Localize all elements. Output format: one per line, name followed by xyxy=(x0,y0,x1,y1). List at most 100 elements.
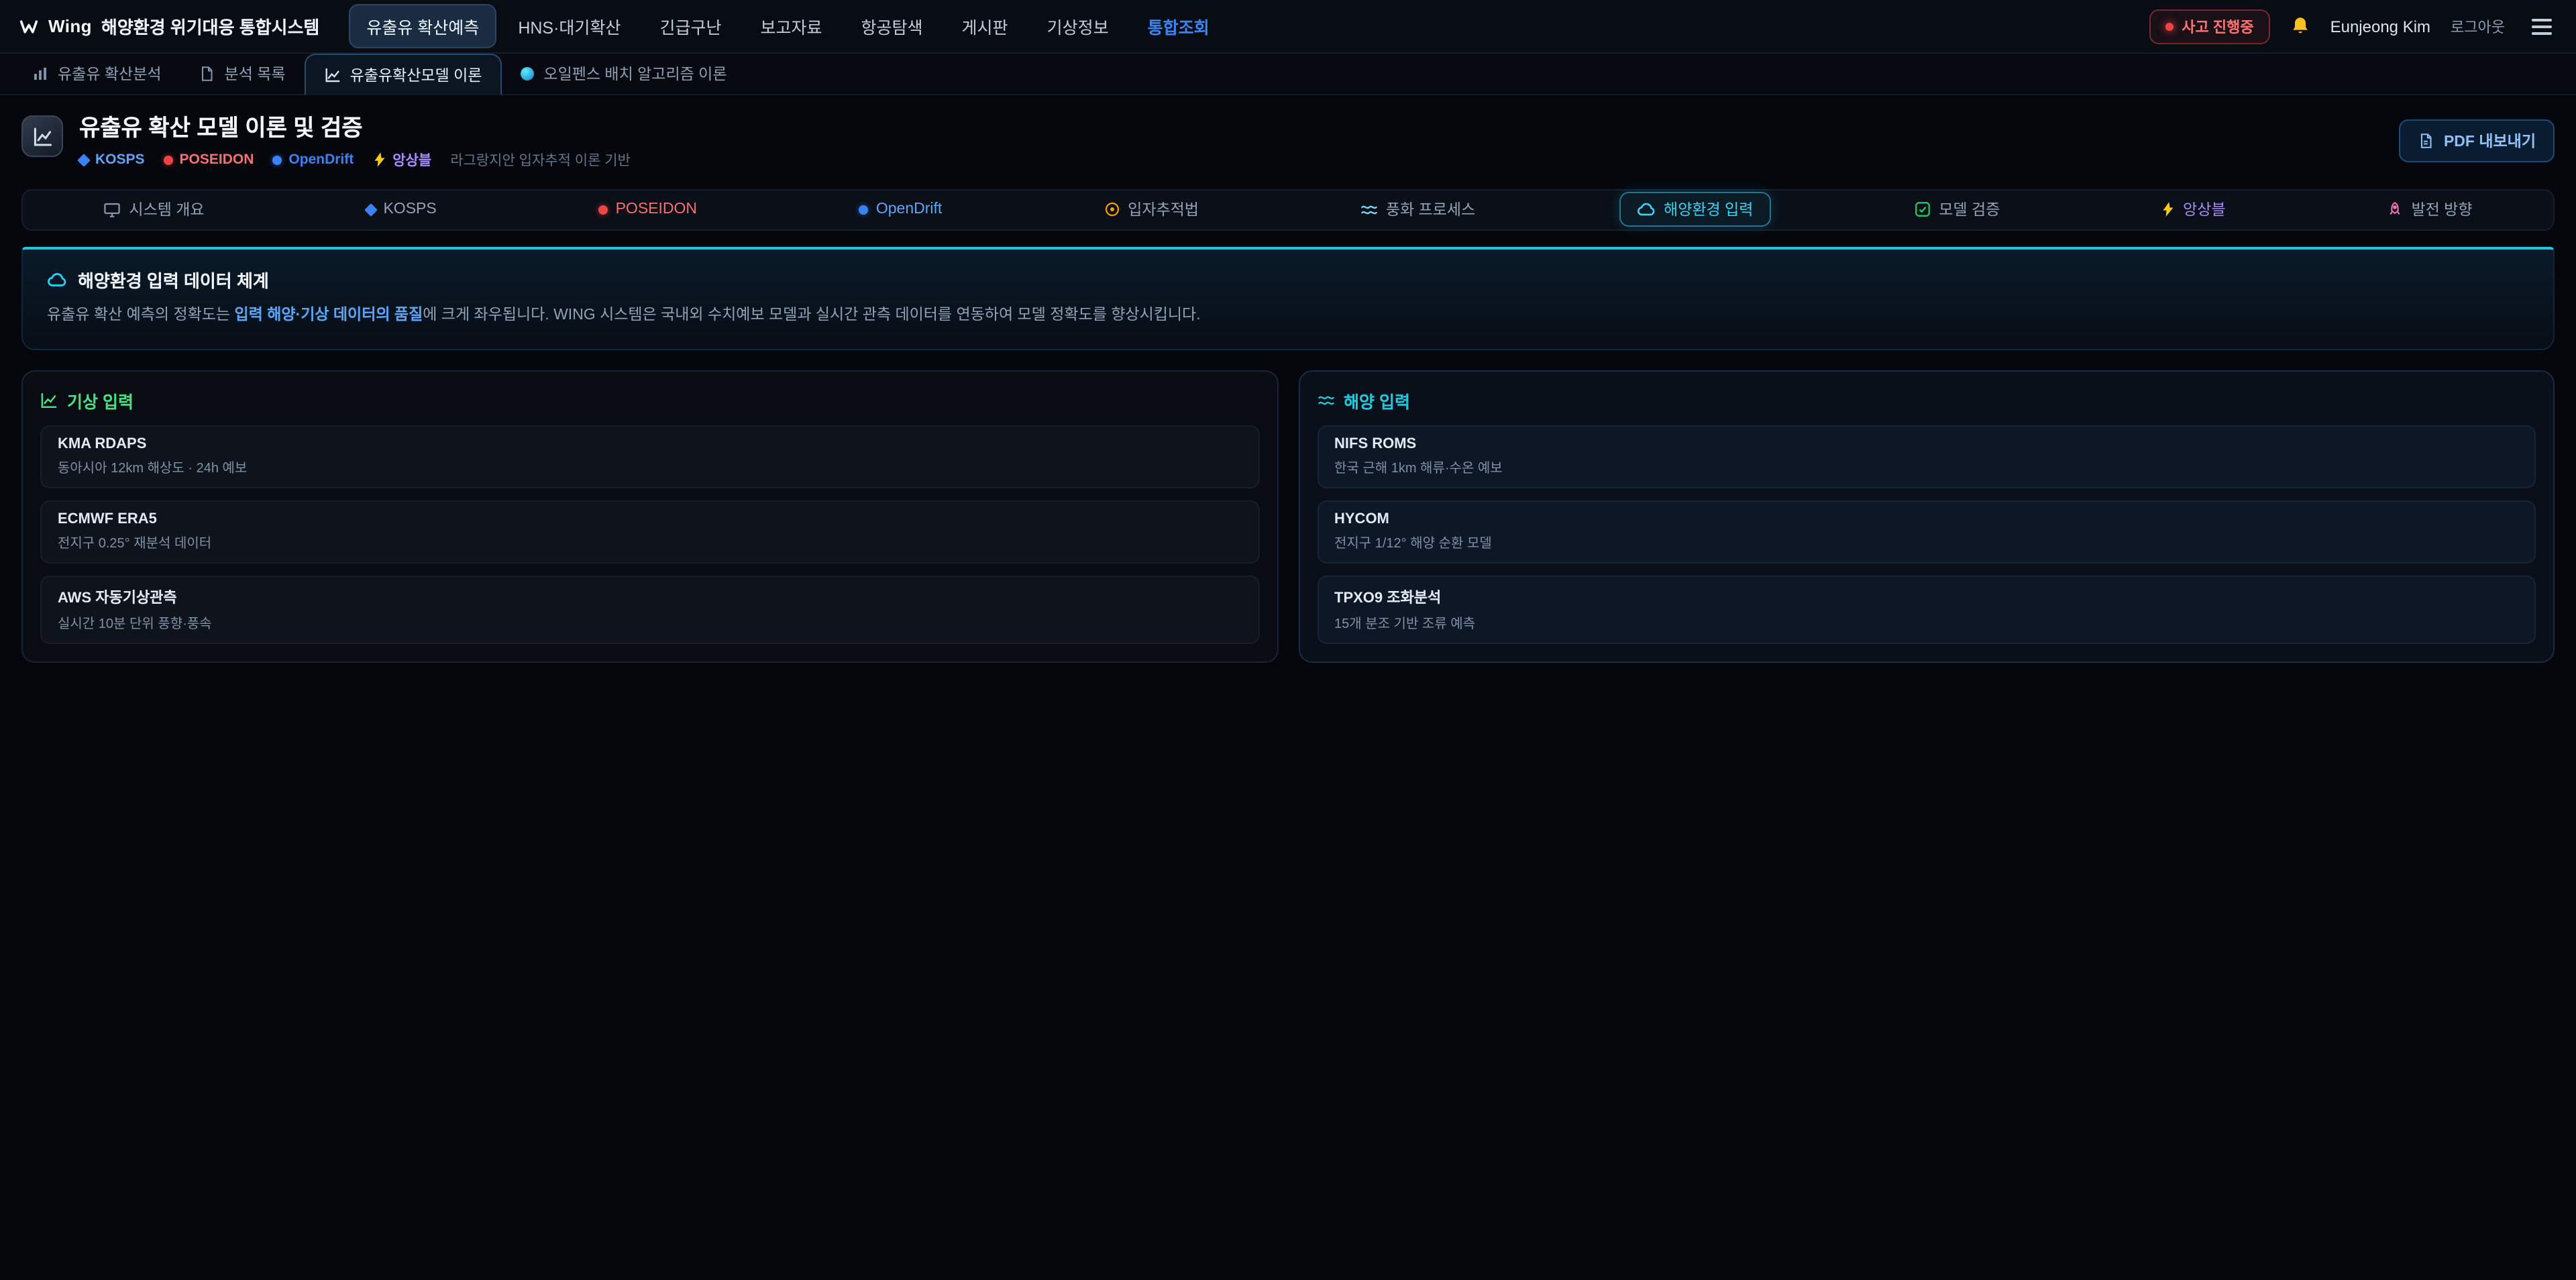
document-icon xyxy=(199,66,215,82)
red-dot-icon xyxy=(598,205,608,214)
list-item: NIFS ROMS 한국 근해 1km 해류·수온 예보 xyxy=(1317,425,2536,488)
section-nav-poseidon[interactable]: POSEIDON xyxy=(581,195,714,224)
logout-button[interactable]: 로그아웃 xyxy=(2451,15,2505,37)
page-header: 유출유 확산 모델 이론 및 검증 KOSPS POSEIDON OpenDri… xyxy=(0,95,2576,186)
monitor-icon xyxy=(103,201,121,218)
badge-kosps: KOSPS xyxy=(79,152,145,168)
badge-ensemble: 앙상블 xyxy=(372,150,431,170)
input-data-cards: 기상 입력 KMA RDAPS 동아시아 12km 해상도 · 24h 예보 E… xyxy=(21,370,2555,663)
nav-item-hns[interactable]: HNS·대기확산 xyxy=(500,4,638,48)
pdf-export-button[interactable]: PDF 내보내기 xyxy=(2400,119,2555,162)
nav-item-oil-spill[interactable]: 유출유 확산예측 xyxy=(349,4,496,48)
section-heading: 해양환경 입력 데이터 체계 xyxy=(47,266,2529,292)
lightning-icon xyxy=(372,152,386,168)
oil-boom-icon xyxy=(521,67,534,81)
tab-label: 분석 목록 xyxy=(225,63,286,85)
dataset-name: KMA RDAPS xyxy=(58,436,1242,452)
dataset-desc: 전지구 0.25° 재분석 데이터 xyxy=(58,531,1242,551)
highlight-text: 입력 해양·기상 데이터의 품질 xyxy=(235,307,423,323)
tab-spill-analysis[interactable]: 유출유 확산분석 xyxy=(13,54,180,94)
section-nav-validation[interactable]: 모델 검증 xyxy=(1897,192,2017,227)
sub-tabbar: 유출유 확산분석 분석 목록 유출유확산모델 이론 오일펜스 배치 알고리즘 이… xyxy=(0,54,2576,95)
weather-input-card: 기상 입력 KMA RDAPS 동아시아 12km 해상도 · 24h 예보 E… xyxy=(21,370,1278,663)
badge-poseidon: POSEIDON xyxy=(164,152,254,168)
section-nav-future[interactable]: 발전 방향 xyxy=(2369,192,2489,227)
dataset-name: ECMWF ERA5 xyxy=(58,511,1242,527)
topbar: Wing 해양환경 위기대응 통합시스템 유출유 확산예측 HNS·대기확산 긴… xyxy=(0,0,2576,54)
target-icon xyxy=(1104,201,1120,217)
dataset-desc: 15개 분조 기반 조류 예측 xyxy=(1334,612,2518,632)
blue-dot-icon xyxy=(272,155,282,164)
incident-dot-icon xyxy=(2165,22,2174,30)
cloud-icon xyxy=(1637,200,1656,219)
check-square-icon xyxy=(1915,201,1931,217)
brand: Wing 해양환경 위기대응 통합시스템 xyxy=(19,13,319,39)
ocean-input-section: 해양환경 입력 데이터 체계 유출유 확산 예측의 정확도는 입력 해양·기상 … xyxy=(21,246,2555,350)
dataset-desc: 한국 근해 1km 해류·수온 예보 xyxy=(1334,456,2518,476)
section-nav-ocean-input[interactable]: 해양환경 입력 xyxy=(1619,192,1770,227)
blue-dot-icon xyxy=(859,205,868,214)
app-title: 해양환경 위기대응 통합시스템 xyxy=(101,13,319,39)
red-dot-icon xyxy=(164,155,173,164)
page-title: 유출유 확산 모델 이론 및 검증 xyxy=(79,115,631,142)
list-item: HYCOM 전지구 1/12° 해양 순환 모델 xyxy=(1317,500,2536,564)
ocean-input-card: 해양 입력 NIFS ROMS 한국 근해 1km 해류·수온 예보 HYCOM… xyxy=(1298,370,2555,663)
weather-card-title: 기상 입력 xyxy=(40,388,1259,413)
topbar-right: 사고 진행중 Eunjeong Kim 로그아웃 xyxy=(2149,9,2557,44)
bell-icon[interactable] xyxy=(2290,16,2310,36)
subtitle-note: 라그랑지안 입자추적 이론 기반 xyxy=(450,150,631,170)
incident-badge-label: 사고 진행중 xyxy=(2182,15,2253,37)
section-nav-opendrift[interactable]: OpenDrift xyxy=(841,195,959,224)
dataset-name: HYCOM xyxy=(1334,511,2518,527)
list-item: KMA RDAPS 동아시아 12km 해상도 · 24h 예보 xyxy=(40,425,1259,488)
badge-opendrift: OpenDrift xyxy=(272,152,354,168)
dataset-name: TPXO9 조화분석 xyxy=(1334,586,2518,608)
section-nav-particle-tracking[interactable]: 입자추적법 xyxy=(1086,192,1216,227)
list-item: ECMWF ERA5 전지구 0.25° 재분석 데이터 xyxy=(40,500,1259,564)
section-description: 유출유 확산 예측의 정확도는 입력 해양·기상 데이터의 품질에 크게 좌우됩… xyxy=(47,304,2529,327)
page-header-text: 유출유 확산 모델 이론 및 검증 KOSPS POSEIDON OpenDri… xyxy=(79,115,631,170)
app-window: Wing 해양환경 위기대응 통합시스템 유출유 확산예측 HNS·대기확산 긴… xyxy=(0,0,2576,1280)
dataset-desc: 실시간 10분 단위 풍향·풍속 xyxy=(58,612,1242,632)
section-nav-overview[interactable]: 시스템 개요 xyxy=(86,192,221,227)
bar-chart-icon xyxy=(32,66,48,82)
section-nav-ensemble[interactable]: 앙상블 xyxy=(2144,192,2243,227)
list-item: TPXO9 조화분석 15개 분조 기반 조류 예측 xyxy=(1317,576,2536,644)
dataset-desc: 전지구 1/12° 해양 순환 모델 xyxy=(1334,531,2518,551)
menu-icon[interactable] xyxy=(2525,11,2557,41)
tab-model-theory[interactable]: 유출유확산모델 이론 xyxy=(305,54,502,95)
section-nav: 시스템 개요 KOSPS POSEIDON OpenDrift 입자추적법 풍화… xyxy=(21,189,2555,230)
nav-item-board[interactable]: 게시판 xyxy=(945,4,1026,48)
page-icon-box xyxy=(21,115,63,157)
tab-label: 유출유 확산분석 xyxy=(58,63,162,85)
line-chart-icon xyxy=(325,66,341,83)
main-nav: 유출유 확산예측 HNS·대기확산 긴급구난 보고자료 항공탐색 게시판 기상정… xyxy=(349,4,1226,48)
green-chart-icon xyxy=(40,392,58,409)
tab-label: 오일펜스 배치 알고리즘 이론 xyxy=(543,63,727,85)
model-chart-icon xyxy=(32,125,53,147)
rocket-icon xyxy=(2387,201,2403,217)
dataset-name: NIFS ROMS xyxy=(1334,436,2518,452)
tab-analysis-list[interactable]: 분석 목록 xyxy=(180,54,305,94)
nav-item-weather-info[interactable]: 기상정보 xyxy=(1030,4,1126,48)
nav-item-integrated-search[interactable]: 통합조회 xyxy=(1130,4,1227,48)
nav-item-rescue[interactable]: 긴급구난 xyxy=(642,4,739,48)
cyan-wave-icon xyxy=(1317,392,1334,409)
user-name[interactable]: Eunjeong Kim xyxy=(2330,17,2430,36)
cloud-icon xyxy=(47,269,67,289)
nav-item-reports[interactable]: 보고자료 xyxy=(743,4,839,48)
nav-item-aerial-search[interactable]: 항공탐색 xyxy=(844,4,941,48)
tab-boom-algorithm[interactable]: 오일펜스 배치 알고리즘 이론 xyxy=(502,54,745,94)
dataset-desc: 동아시아 12km 해상도 · 24h 예보 xyxy=(58,456,1242,476)
diamond-icon xyxy=(364,203,378,216)
tab-label: 유출유확산모델 이론 xyxy=(350,64,482,85)
section-nav-weathering[interactable]: 풍화 프로세스 xyxy=(1343,192,1493,227)
list-item: AWS 자동기상관측 실시간 10분 단위 풍향·풍속 xyxy=(40,576,1259,644)
incident-status-badge[interactable]: 사고 진행중 xyxy=(2149,9,2269,44)
brand-name: Wing xyxy=(48,16,92,36)
model-badge-row: KOSPS POSEIDON OpenDrift 앙상블 라그랑지안 입자추적 … xyxy=(79,150,631,170)
wing-logo-icon xyxy=(19,17,39,36)
section-heading-label: 해양환경 입력 데이터 체계 xyxy=(78,266,269,292)
section-nav-kosps[interactable]: KOSPS xyxy=(348,195,453,224)
lightning-icon xyxy=(2161,201,2175,217)
